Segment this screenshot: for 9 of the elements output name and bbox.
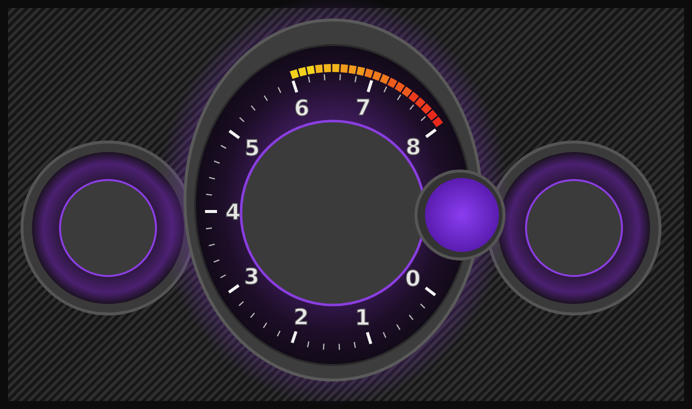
scale-number: 6 <box>294 96 310 122</box>
scale-number: 3 <box>244 265 260 290</box>
scale-number: 0 <box>405 267 421 292</box>
scale-number: 1 <box>354 306 370 332</box>
scale-number: 8 <box>406 135 421 160</box>
scale-number: 5 <box>244 136 260 162</box>
scale-number: 2 <box>293 305 309 330</box>
scale-number: 7 <box>356 96 371 122</box>
scale-number: 4 <box>225 200 241 226</box>
